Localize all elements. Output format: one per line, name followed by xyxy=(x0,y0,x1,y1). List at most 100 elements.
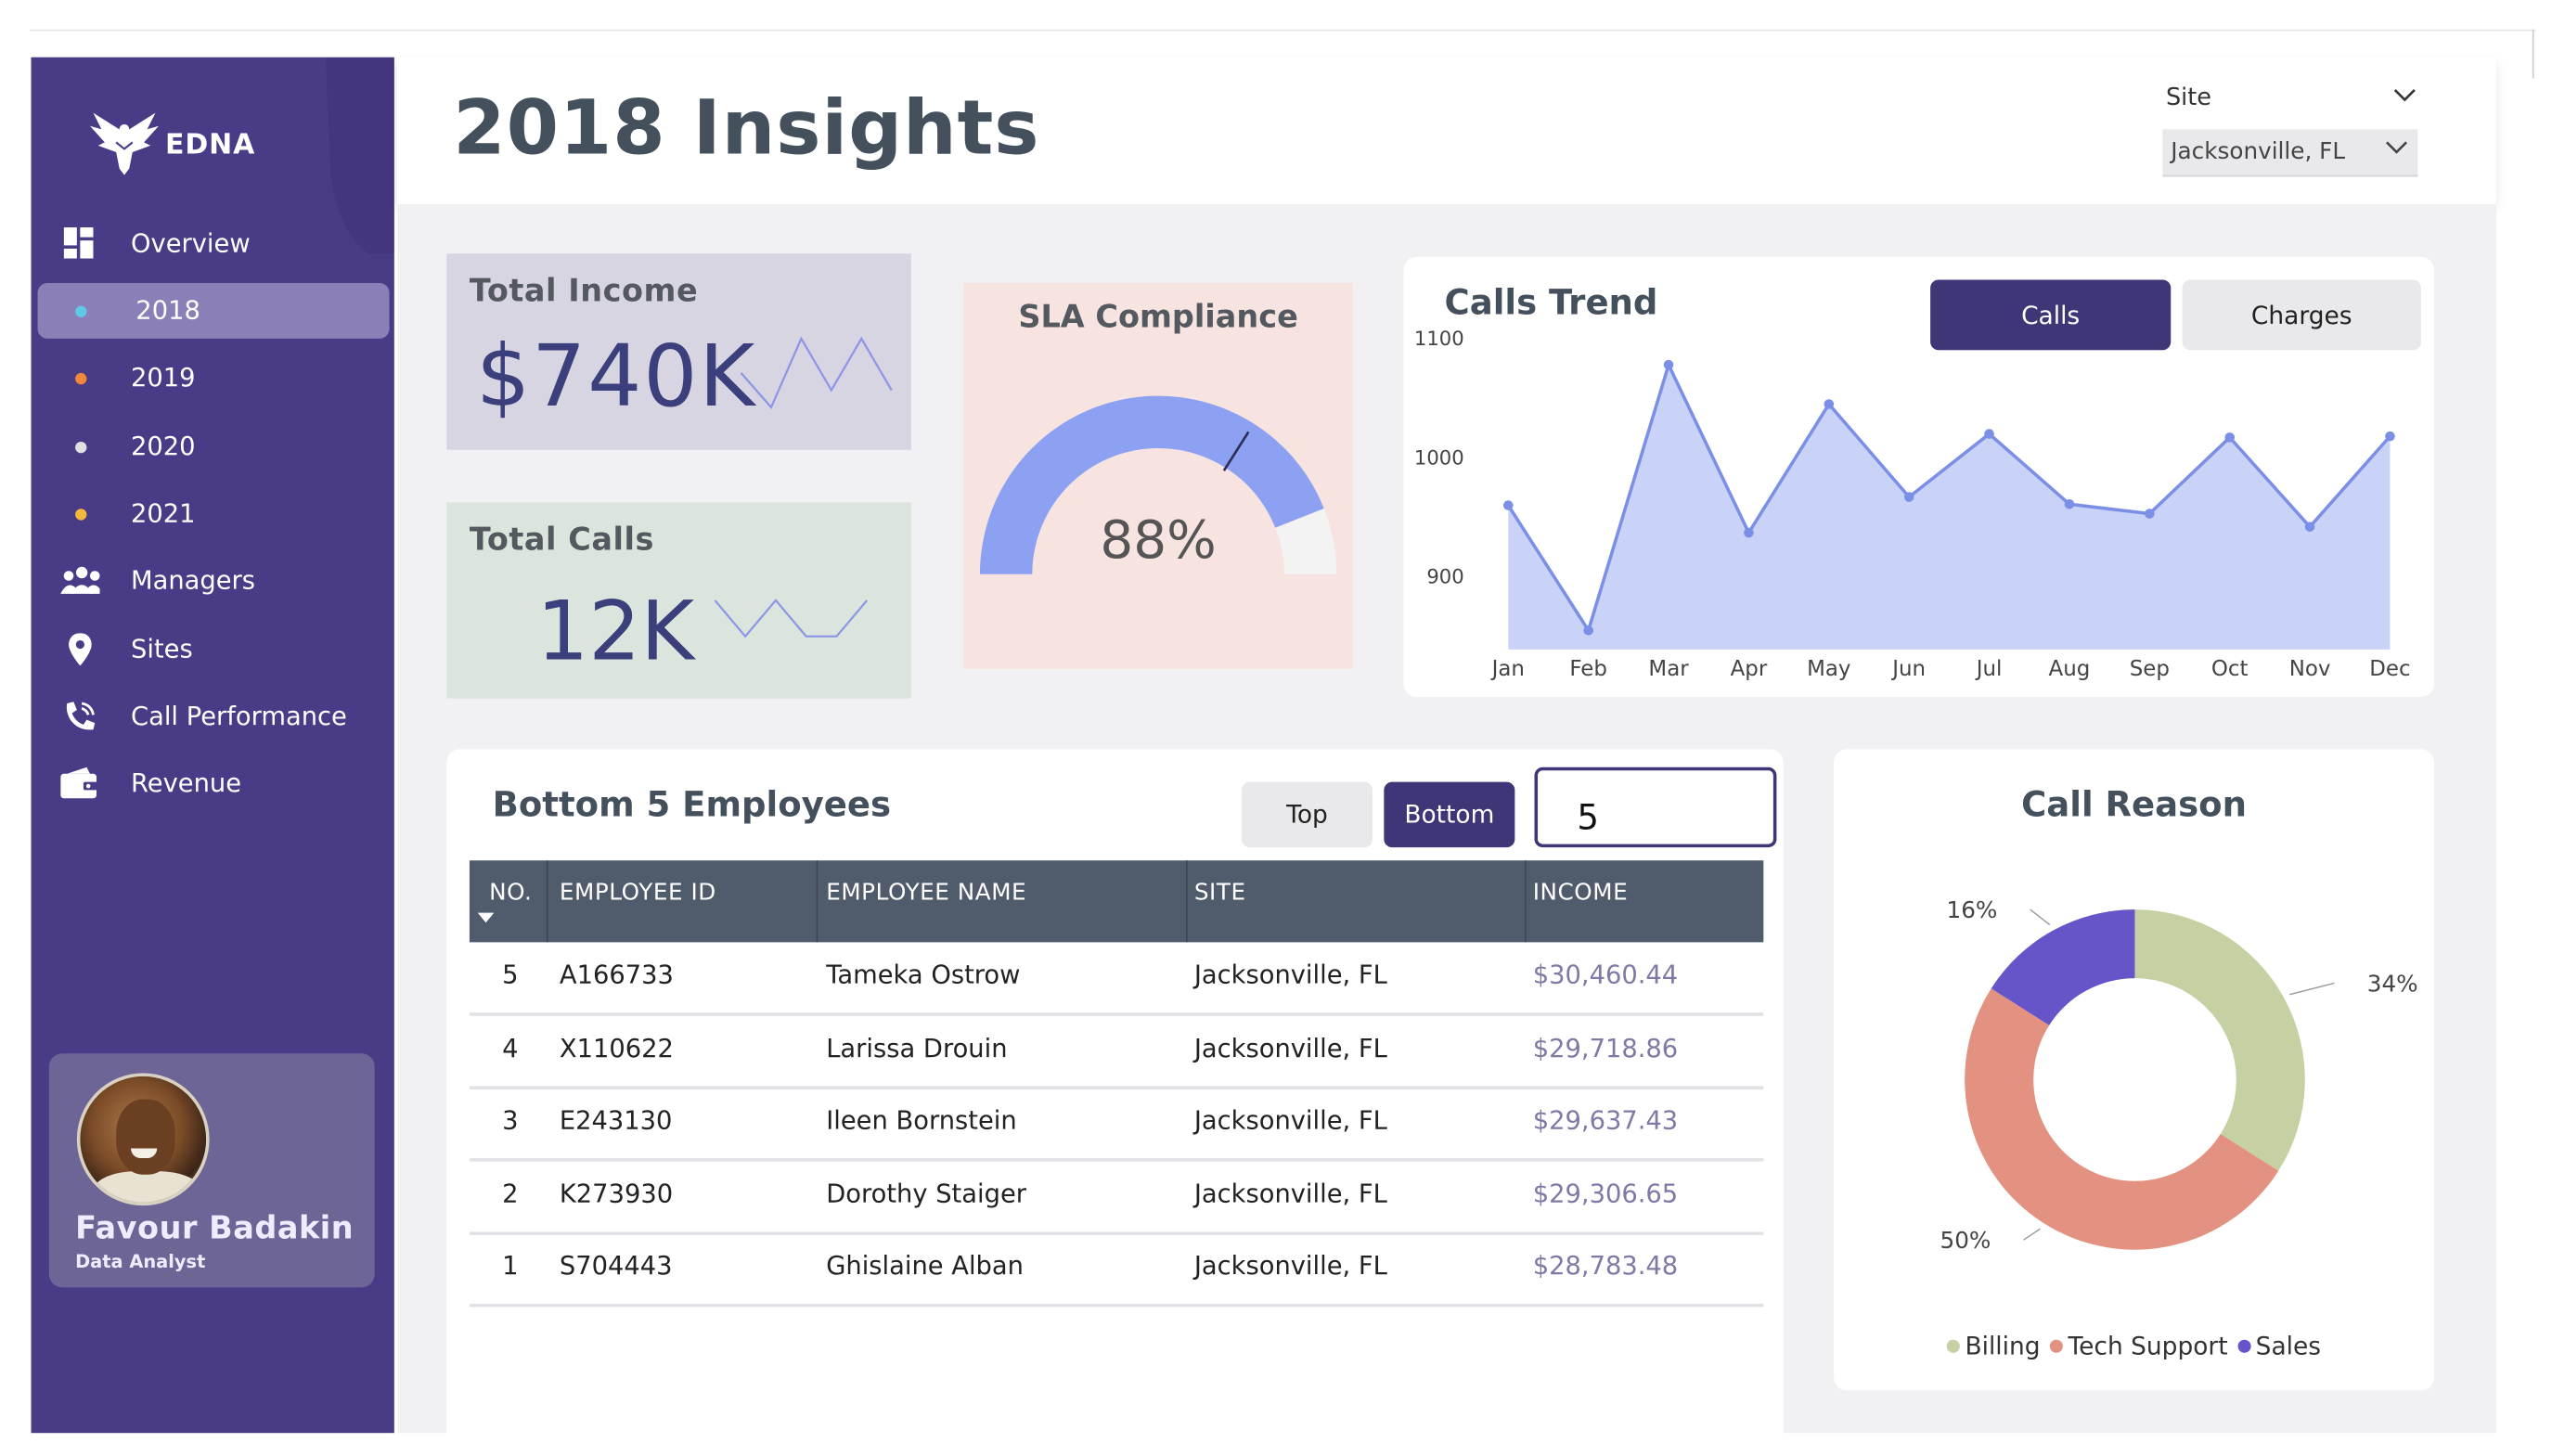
chevron-down-icon[interactable] xyxy=(2393,86,2417,103)
donut-label-leader xyxy=(2030,908,2051,926)
legend-label: Tech Support xyxy=(2068,1331,2228,1361)
legend-item[interactable]: Sales xyxy=(2237,1332,2321,1361)
trend-point-aug[interactable] xyxy=(2064,498,2075,509)
trend-point-jun[interactable] xyxy=(1903,492,1914,502)
sidebar-item-revenue[interactable]: Revenue xyxy=(38,755,390,811)
sidebar-item-label: 2019 xyxy=(131,363,196,393)
cell-site: Jacksonville, FL xyxy=(1193,1179,1387,1209)
cell-site: Jacksonville, FL xyxy=(1193,960,1387,990)
trend-point-jan[interactable] xyxy=(1503,500,1514,510)
cell-income: $29,306.65 xyxy=(1532,1179,1679,1209)
donut-slice-billing[interactable] xyxy=(2134,909,2305,1171)
x-tick-label: Aug xyxy=(2049,657,2091,681)
right-border xyxy=(2532,29,2534,79)
cell-income: $29,718.86 xyxy=(1532,1034,1679,1063)
dashboard-window: EDNA Overview 2018 2019 2020 2021 Manage… xyxy=(0,0,2552,1456)
cell-site: Jacksonville, FL xyxy=(1193,1251,1387,1282)
y-tick-label: 1000 xyxy=(1414,445,1464,469)
cell-income: $30,460.44 xyxy=(1532,960,1679,990)
x-tick-label: Mar xyxy=(1648,657,1689,681)
donut-label-leader xyxy=(2023,1228,2041,1241)
sparkline-line xyxy=(740,336,893,410)
x-tick-label: May xyxy=(1807,657,1850,681)
sidebar-item-overview[interactable]: Overview xyxy=(38,216,390,272)
legend-item[interactable]: Tech Support xyxy=(2050,1332,2228,1361)
charges-toggle-button[interactable]: Charges xyxy=(2182,279,2421,351)
dashboard-icon xyxy=(60,225,99,264)
x-tick-label: Jan xyxy=(1490,657,1525,681)
sla-compliance-card: SLA Compliance 88% xyxy=(963,282,1353,669)
cell-income: $28,783.48 xyxy=(1532,1251,1679,1282)
year-dot-icon xyxy=(74,508,86,520)
donut-value-label: 50% xyxy=(1940,1227,1991,1254)
trend-point-may[interactable] xyxy=(1824,399,1835,409)
phone-icon xyxy=(60,697,99,736)
x-tick-label: Apr xyxy=(1731,657,1768,681)
sidebar-item-2020[interactable]: 2020 xyxy=(38,419,390,474)
trend-point-dec[interactable] xyxy=(2385,431,2395,442)
cell-employee-id: S704443 xyxy=(559,1251,673,1282)
legend-label: Billing xyxy=(1965,1331,2041,1361)
x-tick-label: Nov xyxy=(2289,657,2331,681)
sla-value: 88% xyxy=(1100,509,1217,572)
sidebar: EDNA Overview 2018 2019 2020 2021 Manage… xyxy=(31,57,394,1434)
sidebar-item-call-performance[interactable]: Call Performance xyxy=(38,689,390,744)
column-header-site[interactable]: SITE xyxy=(1194,880,1246,906)
sidebar-item-2018[interactable]: 2018 xyxy=(37,282,390,339)
card-title: Bottom 5 Employees xyxy=(492,785,892,825)
main-content: Total Income $740K Total Calls 12K SLA C… xyxy=(397,204,2497,1453)
trend-point-nov[interactable] xyxy=(2304,522,2315,532)
column-header-employee-id[interactable]: EMPLOYEE ID xyxy=(560,880,716,906)
sidebar-item-label: Revenue xyxy=(131,768,242,799)
cell-employee-id: E243130 xyxy=(559,1105,673,1136)
x-tick-label: Sep xyxy=(2130,657,2170,681)
card-title: SLA Compliance xyxy=(1018,299,1298,336)
users-icon xyxy=(60,561,100,600)
eagle-logo-icon xyxy=(89,112,159,175)
sidebar-item-label: 2018 xyxy=(135,296,200,326)
chevron-down-icon xyxy=(2385,141,2408,154)
cell-employee-name: Tameka Ostrow xyxy=(826,960,1021,990)
year-dot-icon xyxy=(74,372,86,384)
sidebar-item-managers[interactable]: Managers xyxy=(38,553,390,609)
trend-point-mar[interactable] xyxy=(1663,359,1674,370)
employee-count-input[interactable] xyxy=(1534,767,1777,848)
trend-area xyxy=(1508,365,2391,650)
sidebar-item-sites[interactable]: Sites xyxy=(38,622,390,677)
total-income-card: Total Income $740K xyxy=(446,253,911,450)
trend-point-sep[interactable] xyxy=(2145,509,2155,519)
table-row[interactable]: 5 A166733 Tameka Ostrow Jacksonville, FL… xyxy=(469,944,1764,1016)
column-header-no[interactable]: NO. xyxy=(489,880,532,906)
column-header-employee-name[interactable]: EMPLOYEE NAME xyxy=(826,880,1026,906)
table-row[interactable]: 1 S704443 Ghislaine Alban Jacksonville, … xyxy=(469,1235,1764,1308)
location-pin-icon xyxy=(60,630,99,669)
bottom-employees-card: Bottom 5 Employees Top Bottom NO. EMPLOY… xyxy=(446,749,1784,1453)
cell-employee-name: Larissa Drouin xyxy=(826,1034,1008,1063)
trend-point-jul[interactable] xyxy=(1984,429,1994,439)
calls-toggle-button[interactable]: Calls xyxy=(1930,279,2172,351)
cell-employee-name: Ghislaine Alban xyxy=(826,1251,1024,1282)
table-row[interactable]: 4 X110622 Larissa Drouin Jacksonville, F… xyxy=(469,1017,1764,1090)
sidebar-item-label: Sites xyxy=(131,634,193,664)
sidebar-item-2019[interactable]: 2019 xyxy=(38,350,390,406)
site-select[interactable]: Jacksonville, FL xyxy=(2162,129,2418,177)
sidebar-item-2021[interactable]: 2021 xyxy=(38,486,390,542)
chart-legend: Billing Tech Support Sales xyxy=(1834,1332,2434,1361)
sort-down-icon[interactable] xyxy=(477,912,495,923)
donut-label-leader xyxy=(2289,982,2335,996)
avatar xyxy=(76,1073,210,1206)
trend-point-feb[interactable] xyxy=(1583,625,1593,636)
trend-point-oct[interactable] xyxy=(2224,432,2235,443)
profile-role: Data Analyst xyxy=(75,1251,206,1273)
column-header-income[interactable]: INCOME xyxy=(1533,880,1628,906)
table-row[interactable]: 2 K273930 Dorothy Staiger Jacksonville, … xyxy=(469,1163,1764,1235)
sidebar-item-label: Managers xyxy=(131,565,256,596)
legend-item[interactable]: Billing xyxy=(1947,1331,2041,1361)
bottom-toggle-button[interactable]: Bottom xyxy=(1384,781,1515,848)
trend-point-apr[interactable] xyxy=(1744,527,1754,538)
donut-value-label: 16% xyxy=(1947,896,1998,923)
top-toggle-button[interactable]: Top xyxy=(1241,781,1373,848)
sla-gauge xyxy=(979,395,1337,574)
cell-employee-id: X110622 xyxy=(559,1034,674,1063)
table-row[interactable]: 3 E243130 Ileen Bornstein Jacksonville, … xyxy=(469,1089,1764,1162)
